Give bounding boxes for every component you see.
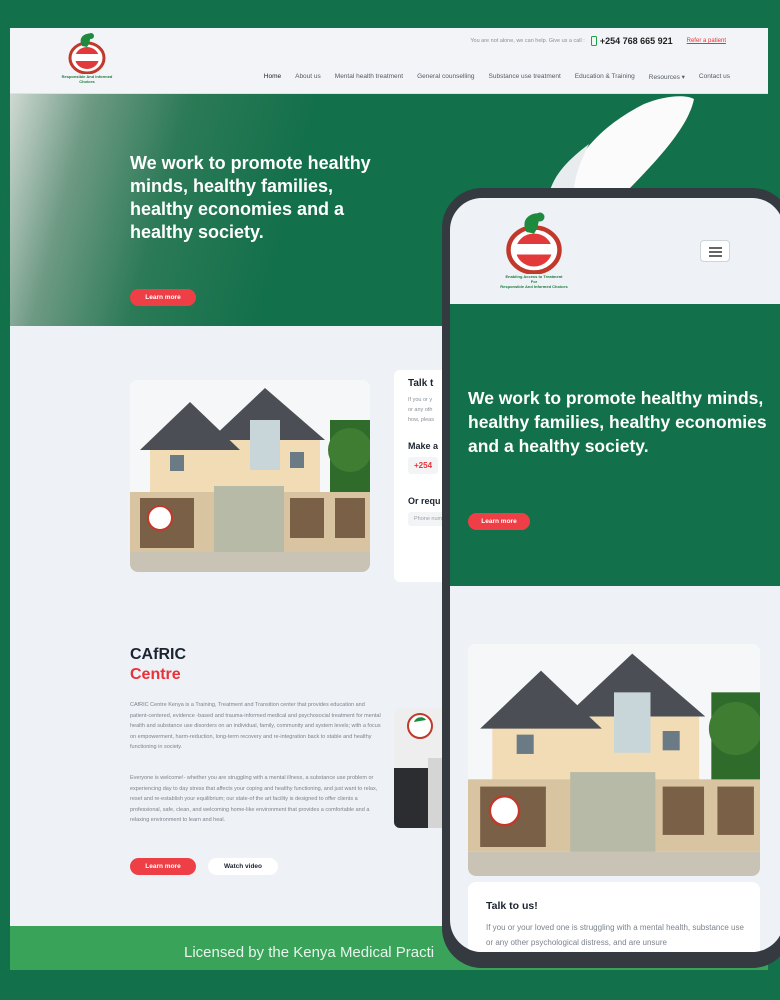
- site-header: Responsible And Informed Choices You are…: [10, 28, 768, 94]
- nav-item-mental-health[interactable]: Mental health treatment: [335, 73, 403, 81]
- phone-link[interactable]: +254 768 665 921: [590, 36, 673, 46]
- about-paragraph-2: Everyone is welcome!- whether you are st…: [130, 775, 378, 823]
- contact-topline: You are not alone, we can help. Give us …: [470, 36, 726, 46]
- main-nav: Home About us Mental health treatment Ge…: [264, 73, 730, 81]
- support-text: You are not alone, we can help. Give us …: [470, 38, 585, 44]
- nav-item-resources[interactable]: Resources ▾: [649, 73, 685, 81]
- dove-logo-icon: [506, 212, 562, 274]
- watch-video-button[interactable]: Watch video: [208, 858, 278, 875]
- nav-item-counselling[interactable]: General counselling: [417, 73, 474, 81]
- phone-icon: [590, 36, 597, 46]
- logo-tagline: Responsible And Informed Choices: [500, 284, 568, 289]
- about-paragraph-1: CAfRIC Centre Kenya is a Training, Treat…: [130, 702, 381, 750]
- about-title-line1: CAfRIC: [130, 646, 192, 663]
- mobile-facility-photo: [468, 644, 760, 876]
- about-title-line2: Centre: [130, 666, 181, 683]
- hamburger-menu-icon[interactable]: [700, 240, 730, 262]
- house-image: [130, 380, 370, 572]
- about-title: CAfRIC Centre: [130, 646, 192, 684]
- logo-tagline: Responsible And Informed Choices: [61, 74, 113, 84]
- hero-title: We work to promote healthy minds, health…: [130, 153, 371, 242]
- phone-mockup: Enabling Access to Treatment For Respons…: [442, 188, 780, 968]
- dove-wing-image: [549, 96, 694, 194]
- nav-item-education[interactable]: Education & Training: [575, 73, 635, 81]
- nav-item-home[interactable]: Home: [264, 73, 281, 81]
- mobile-site-logo[interactable]: Enabling Access to Treatment For Respons…: [484, 208, 584, 289]
- mobile-hero-title: We work to promote healthy minds, health…: [468, 388, 767, 456]
- mobile-learn-more-button[interactable]: Learn more: [468, 513, 530, 530]
- mobile-talk-heading: Talk to us!: [486, 900, 538, 912]
- license-text: Licensed by the Kenya Medical Practi: [184, 944, 435, 961]
- hero-learn-more-button[interactable]: Learn more: [130, 289, 196, 306]
- phone-number: +254 768 665 921: [599, 36, 673, 46]
- house-image: [468, 644, 760, 876]
- facility-photo: [130, 380, 370, 572]
- site-logo[interactable]: Responsible And Informed Choices: [54, 30, 120, 84]
- appointment-phone[interactable]: +254: [408, 457, 439, 474]
- nav-item-contact[interactable]: Contact us: [699, 73, 730, 81]
- refer-patient-link[interactable]: Refer a patient: [687, 38, 726, 44]
- phone-screen: Enabling Access to Treatment For Respons…: [450, 198, 780, 952]
- mobile-hero-banner: We work to promote healthy minds, health…: [450, 304, 780, 586]
- about-learn-more-button[interactable]: Learn more: [130, 858, 196, 875]
- mobile-talk-card: Talk to us! If you or your loved one is …: [468, 882, 760, 952]
- dove-logo-icon: [68, 33, 106, 74]
- nav-item-substance-use[interactable]: Substance use treatment: [489, 73, 561, 81]
- nav-item-about[interactable]: About us: [295, 73, 321, 81]
- mobile-talk-text: If you or your loved one is struggling w…: [486, 923, 744, 947]
